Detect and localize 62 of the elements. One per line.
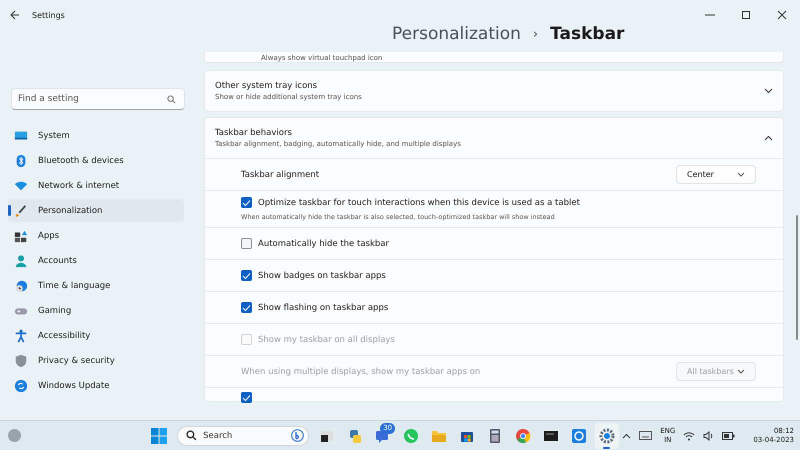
apps-icon xyxy=(14,228,28,242)
bluetooth-icon xyxy=(14,154,28,168)
system-icon xyxy=(14,128,28,142)
checkbox-label[interactable]: Show badges on taskbar apps xyxy=(258,270,386,280)
checkbox[interactable] xyxy=(241,270,252,281)
chevron-up-icon[interactable] xyxy=(622,432,632,438)
nav-item[interactable]: Windows Update xyxy=(8,374,184,397)
setting-label: Taskbar alignment xyxy=(241,170,320,180)
shield-icon xyxy=(14,354,28,368)
running-indicator xyxy=(603,446,610,448)
setting-title: Other system tray icons xyxy=(215,81,318,91)
keyboard-icon[interactable] xyxy=(639,431,652,440)
nav-item[interactable]: Privacy & security xyxy=(8,349,184,372)
chevron-up-icon[interactable] xyxy=(764,135,773,141)
nav-item[interactable]: Time & language xyxy=(8,274,184,297)
browser-icon xyxy=(515,428,532,444)
page-title: Taskbar xyxy=(550,24,624,44)
clock-icon xyxy=(14,278,28,292)
battery-icon[interactable] xyxy=(722,432,736,440)
brush-icon xyxy=(14,204,28,218)
checkbox[interactable] xyxy=(241,238,252,249)
search-icon xyxy=(186,430,198,441)
checkbox[interactable] xyxy=(241,392,252,403)
back-icon[interactable] xyxy=(10,10,20,20)
checkbox-label[interactable]: Show flashing on taskbar apps xyxy=(258,302,388,312)
dropdown[interactable]: Center xyxy=(676,165,756,184)
checkbox-label[interactable]: Automatically hide the taskbar xyxy=(258,238,389,248)
checkbox-label[interactable]: Optimize taskbar for touch interactions when this device is used as a tablet xyxy=(258,198,580,208)
nav-item[interactable]: Personalization xyxy=(8,199,184,222)
speaker-icon[interactable] xyxy=(703,430,714,440)
breadcrumb-separator: › xyxy=(532,26,538,42)
chevron-down-icon[interactable] xyxy=(764,88,773,94)
setting-title: Taskbar behaviors xyxy=(215,128,293,138)
nav-item[interactable]: Accessibility xyxy=(8,324,184,347)
nav-item[interactable]: Accounts xyxy=(8,249,184,272)
window-title: Settings xyxy=(32,10,65,20)
chevron-down-icon xyxy=(737,172,745,177)
settings-icon xyxy=(599,428,616,444)
taskbar-search-field[interactable]: Search xyxy=(177,426,310,446)
phone-bubble-icon xyxy=(403,428,420,444)
update-icon xyxy=(14,378,28,392)
checkbox[interactable] xyxy=(241,302,252,313)
setting-label: When using multiple displays, show my taskbar apps on xyxy=(241,366,480,376)
search-field[interactable]: Find a setting xyxy=(11,88,185,110)
selection-indicator xyxy=(8,205,11,216)
search-input[interactable]: Search xyxy=(203,430,286,440)
nav-item[interactable]: Gaming xyxy=(8,299,184,322)
nav-item[interactable]: Bluetooth & devices xyxy=(8,149,184,172)
nav-item[interactable]: Network & internet xyxy=(8,174,184,197)
circle-app-icon xyxy=(571,428,588,444)
accessibility-icon xyxy=(14,328,28,342)
search-icon xyxy=(167,94,176,104)
checkbox[interactable] xyxy=(241,197,252,208)
person-icon xyxy=(14,254,28,268)
start-icon[interactable] xyxy=(151,428,168,444)
breadcrumb-parent[interactable]: Personalization xyxy=(392,24,521,44)
scrollbar-thumb[interactable] xyxy=(796,215,798,340)
search-input[interactable]: Find a setting xyxy=(18,94,167,104)
nav-item[interactable]: Apps xyxy=(8,224,184,247)
chevron-down-icon xyxy=(737,369,745,374)
wifi-icon[interactable] xyxy=(683,430,696,440)
nav-item[interactable]: System xyxy=(8,124,184,147)
